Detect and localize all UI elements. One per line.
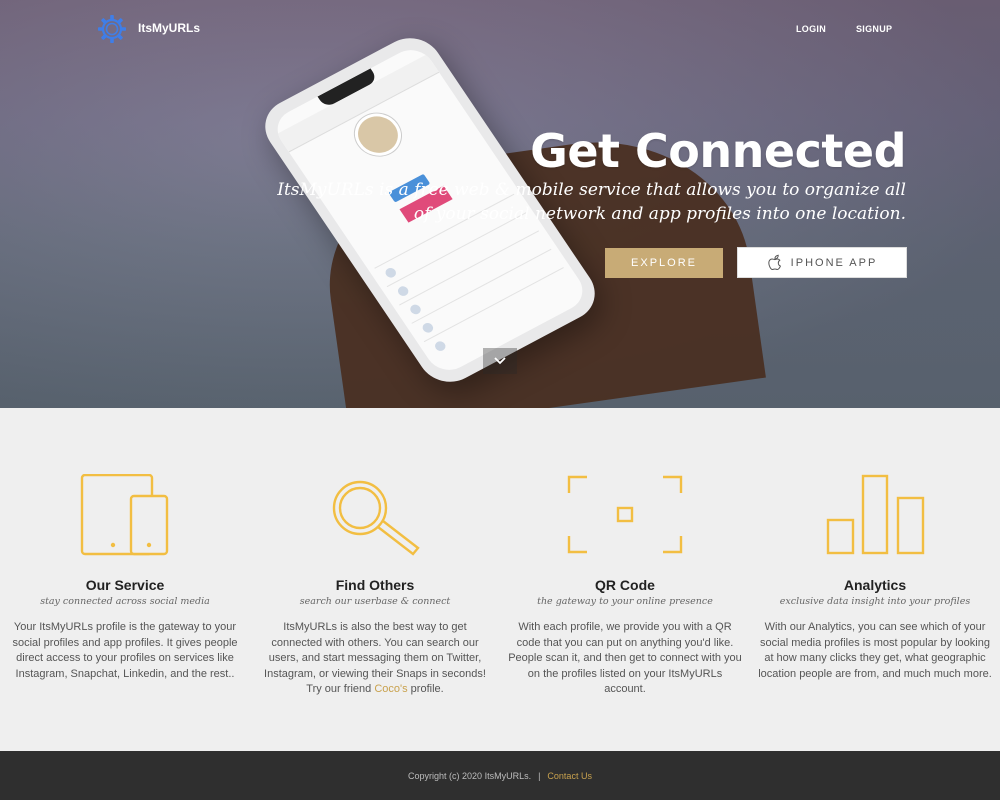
feature-subtitle: stay connected across social media xyxy=(40,596,210,607)
iphone-app-button-label: IPHONE APP xyxy=(790,256,878,269)
login-link[interactable]: LOGIN xyxy=(796,24,826,34)
feature-title: Analytics xyxy=(843,577,907,593)
contact-us-link[interactable]: Contact Us xyxy=(547,771,592,781)
gear-logo-icon[interactable] xyxy=(96,13,128,45)
cocos-profile-link[interactable]: Coco's xyxy=(374,683,407,695)
bar-chart-icon xyxy=(826,474,925,555)
magnifier-icon xyxy=(332,480,420,556)
feature-description: With our Analytics, you can see which of… xyxy=(758,621,992,680)
feature-subtitle: exclusive data insight into your profile… xyxy=(779,596,971,607)
signup-link[interactable]: SIGNUP xyxy=(856,24,892,34)
feature-description: ItsMyURLs is also the best way to get co… xyxy=(258,620,492,698)
feature-description-text: profile. xyxy=(407,683,444,695)
feature-description: Your ItsMyURLs profile is the gateway to… xyxy=(12,621,238,680)
copyright-text: Copyright (c) 2020 ItsMyURLs. xyxy=(408,770,532,781)
feature-title: Our Service xyxy=(85,577,165,593)
scroll-down-button[interactable] xyxy=(483,348,517,374)
explore-button-label: EXPLORE xyxy=(631,257,697,269)
feature-title: Find Others xyxy=(335,577,415,593)
apple-icon xyxy=(767,254,781,270)
footer-separator: | xyxy=(538,770,541,781)
feature-description: With each profile, we provide you with a… xyxy=(508,621,742,695)
qr-scan-icon xyxy=(567,475,683,554)
feature-title: QR Code xyxy=(595,577,655,593)
feature-subtitle: search our userbase & connect xyxy=(299,596,451,607)
iphone-app-button[interactable]: IPHONE APP xyxy=(737,247,907,278)
hero-subline: ItsMyURLs is a free web & mobile service… xyxy=(277,180,906,224)
devices-icon xyxy=(80,474,169,556)
feature-subtitle: the gateway to your online presence xyxy=(537,596,713,607)
features-section: Our Service stay connected across social… xyxy=(0,408,1000,751)
brand-name[interactable]: ItsMyURLs xyxy=(138,21,200,35)
hero-section: ItsMyURLs LOGIN SIGNUP Get Connected Its… xyxy=(0,0,1000,408)
explore-button[interactable]: EXPLORE xyxy=(605,248,723,278)
footer: Copyright (c) 2020 ItsMyURLs. | Contact … xyxy=(0,751,1000,800)
chevron-down-icon xyxy=(494,357,506,365)
hero-headline: Get Connected xyxy=(530,124,906,178)
